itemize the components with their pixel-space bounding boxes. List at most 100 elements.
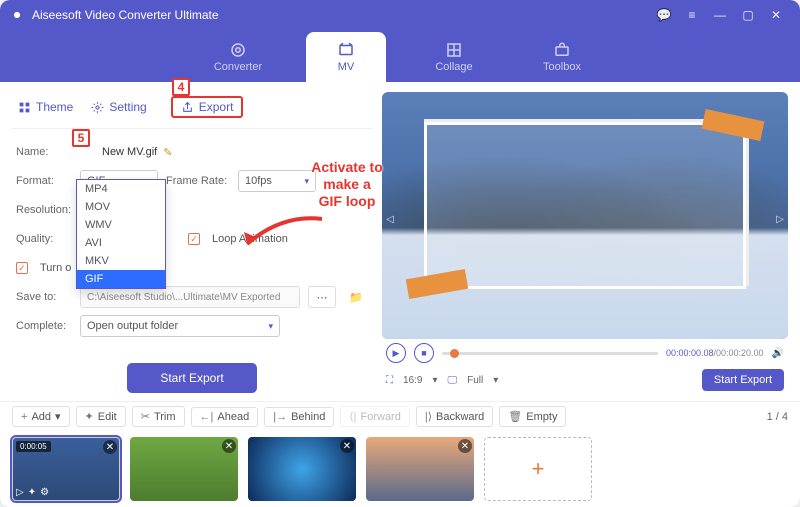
chevron-down-icon: ▾ [55, 410, 61, 423]
subtabs: Theme Setting Export 4 [12, 92, 372, 129]
app-logo-icon [10, 8, 24, 22]
trim-button[interactable]: ✂Trim [132, 406, 185, 427]
thumb-4[interactable]: ✕ [366, 437, 474, 501]
aspect-icon[interactable]: ⛶ [386, 375, 393, 386]
start-export-button-2[interactable]: Start Export [702, 369, 784, 391]
feedback-icon[interactable]: 💬 [650, 1, 678, 29]
thumb-1[interactable]: 0:00:05 ✕ ▷ ✦ ⚙ [12, 437, 120, 501]
ahead-button[interactable]: ←|Ahead [191, 407, 259, 427]
app-window: Aiseesoft Video Converter Ultimate 💬 ≡ —… [0, 0, 800, 507]
backward-button[interactable]: |⟩Backward [416, 406, 493, 427]
preview-frame[interactable] [424, 122, 746, 289]
titlebar: Aiseesoft Video Converter Ultimate 💬 ≡ —… [0, 0, 800, 30]
progress-bar[interactable] [442, 352, 658, 355]
nav-toolbox[interactable]: Toolbox [522, 32, 602, 82]
progress-handle[interactable] [450, 349, 459, 358]
maximize-icon[interactable]: ▢ [734, 1, 762, 29]
option-gif[interactable]: GIF [77, 270, 165, 288]
app-title: Aiseesoft Video Converter Ultimate [32, 8, 219, 22]
play-button[interactable]: ▶ [386, 343, 406, 363]
aspect-value[interactable]: 16:9 [403, 375, 422, 386]
option-mp4[interactable]: MP4 [77, 180, 165, 198]
thumb-remove-icon[interactable]: ✕ [103, 440, 117, 454]
wand-icon[interactable]: ✦ [28, 487, 36, 498]
clip-toolbar: +Add▾ ✦Edit ✂Trim ←|Ahead |→Behind ⟨|For… [0, 401, 800, 431]
open-folder-icon[interactable]: 📁 [344, 286, 368, 308]
close-icon[interactable]: ✕ [762, 1, 790, 29]
pager: 1 / 4 [767, 411, 788, 423]
browse-button[interactable]: ⋯ [308, 286, 336, 308]
edit-name-icon[interactable]: ✎ [163, 146, 172, 159]
wand-icon: ✦ [85, 410, 94, 423]
forward-icon: ⟨| [349, 410, 356, 423]
saveto-path: C:\Aiseesoft Studio\...Ultimate\MV Expor… [80, 286, 300, 308]
time-display: 00:00:00.08/00:00:20.00 [666, 348, 764, 358]
forward-button: ⟨|Forward [340, 406, 410, 427]
handle-right-icon[interactable]: ▷ [776, 216, 784, 224]
thumb-remove-icon[interactable]: ✕ [340, 439, 354, 453]
saveto-label: Save to: [16, 291, 72, 303]
player-controls: ▶ ■ 00:00:00.08/00:00:20.00 🔊 [382, 339, 788, 367]
gear-icon[interactable]: ⚙ [40, 487, 49, 498]
option-mov[interactable]: MOV [77, 198, 165, 216]
behind-button[interactable]: |→Behind [264, 407, 334, 427]
thumb-duration: 0:00:05 [16, 441, 51, 452]
export-form: 5 Name: New MV.gif ✎ Format: GIF ▾ Frame R… [12, 129, 372, 393]
tab-setting[interactable]: Setting [91, 100, 146, 114]
gpu-label: Turn o [40, 262, 71, 274]
top-nav: Converter MV Collage Toolbox [0, 30, 800, 82]
thumb-2[interactable]: ✕ [130, 437, 238, 501]
chevron-down-icon: ▾ [493, 375, 498, 386]
preview-area[interactable]: ◁ ▷ [382, 92, 788, 339]
empty-button[interactable]: 🗑Empty [499, 406, 566, 427]
thumb-remove-icon[interactable]: ✕ [458, 439, 472, 453]
play-icon[interactable]: ▷ [16, 487, 24, 498]
tab-export[interactable]: Export [171, 96, 244, 118]
add-button[interactable]: +Add▾ [12, 406, 70, 427]
thumb-remove-icon[interactable]: ✕ [222, 439, 236, 453]
name-label: Name: [16, 146, 72, 158]
callout-5: 5 [72, 129, 90, 147]
nav-mv[interactable]: MV [306, 32, 386, 82]
player-controls-2: ⛶ 16:9 ▾ 🖵 Full ▾ Start Export [382, 367, 788, 393]
quality-label: Quality: [16, 233, 72, 245]
thumb-3[interactable]: ✕ [248, 437, 356, 501]
right-panel: ◁ ▷ ▶ ■ 00:00:00.08/00:00:20.00 🔊 ⛶ 16:9… [382, 92, 788, 393]
format-label: Format: [16, 175, 72, 187]
start-export-button[interactable]: Start Export [127, 363, 257, 393]
plus-icon: + [21, 411, 27, 423]
gpu-checkbox[interactable]: ✓ [16, 262, 28, 274]
nav-converter[interactable]: Converter [198, 32, 278, 82]
chevron-down-icon: ▾ [432, 375, 437, 386]
edit-button[interactable]: ✦Edit [76, 406, 126, 427]
full-value[interactable]: Full [467, 375, 483, 386]
thumb-actions: ▷ ✦ ⚙ [16, 487, 49, 498]
option-mkv[interactable]: MKV [77, 252, 165, 270]
menu-icon[interactable]: ≡ [678, 1, 706, 29]
nav-collage[interactable]: Collage [414, 32, 494, 82]
screen-icon[interactable]: 🖵 [448, 375, 458, 386]
complete-select[interactable]: Open output folder▾ [80, 315, 280, 337]
option-avi[interactable]: AVI [77, 234, 165, 252]
ahead-icon: ←| [200, 411, 214, 423]
body: Theme Setting Export 4 5 Name: New MV.gi… [0, 82, 800, 401]
option-wmv[interactable]: WMV [77, 216, 165, 234]
minimize-icon[interactable]: — [706, 1, 734, 29]
chevron-down-icon: ▾ [268, 321, 273, 332]
tab-theme[interactable]: Theme [18, 100, 73, 114]
add-clip-button[interactable]: + [484, 437, 592, 501]
annotation-hint: Activate tomake aGIF loop [292, 159, 402, 209]
resolution-label: Resolution: [16, 204, 72, 216]
volume-icon[interactable]: 🔊 [772, 348, 784, 359]
framerate-label: Frame Rate: [166, 175, 230, 187]
handle-left-icon[interactable]: ◁ [386, 216, 394, 224]
complete-label: Complete: [16, 320, 72, 332]
behind-icon: |→ [273, 411, 287, 423]
stop-button[interactable]: ■ [414, 343, 434, 363]
name-value: New MV.gif [102, 146, 157, 158]
scissors-icon: ✂ [141, 410, 150, 423]
loop-checkbox[interactable]: ✓ [188, 233, 200, 245]
trash-icon: 🗑 [508, 410, 522, 423]
thumbnail-strip: 0:00:05 ✕ ▷ ✦ ⚙ ✕ ✕ ✕ + [0, 432, 800, 507]
format-dropdown: MP4 MOV WMV AVI MKV GIF [76, 179, 166, 289]
